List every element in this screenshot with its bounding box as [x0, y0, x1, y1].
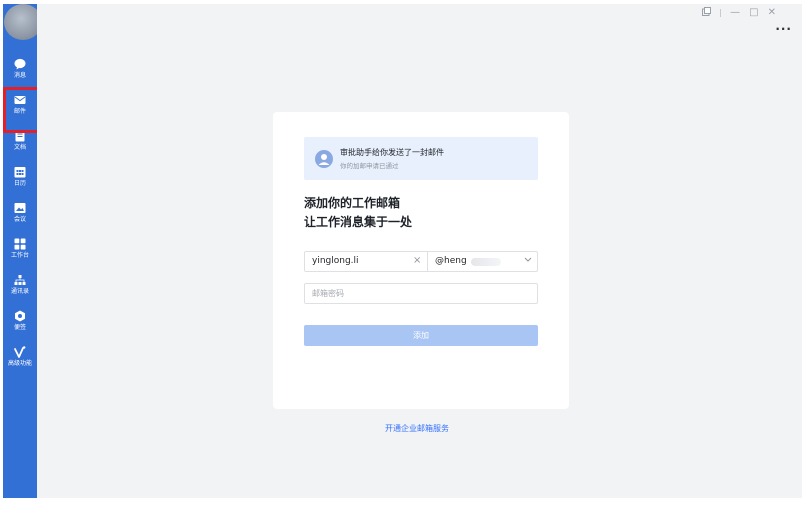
sidebar-item-label: 通讯录 [10, 288, 29, 295]
notice-title: 审批助手给你发送了一封邮件 [340, 148, 444, 157]
add-button[interactable]: 添加 [304, 325, 538, 346]
add-mailbox-card: 审批助手给你发送了一封邮件 你的加邮申请已通过 添加你的工作邮箱 让工作消息集于… [273, 112, 569, 409]
notes-icon [15, 310, 25, 322]
sidebar-item-meetings[interactable]: 会议 [3, 195, 37, 229]
contacts-org-icon [14, 275, 26, 285]
email-domain-select[interactable]: @heng [435, 256, 467, 266]
more-options-button[interactable]: ··· [775, 22, 792, 36]
approval-assistant-avatar [315, 150, 333, 168]
user-icon [318, 154, 330, 165]
pin-icon [702, 7, 712, 16]
app-window: 消息 邮件 文档 日历 会议 工作台 通讯录 便签 高级功能 — □ ✕ ···… [0, 0, 802, 530]
heading-line-1: 添加你的工作邮箱 [304, 196, 401, 210]
minimize-button[interactable]: — [730, 8, 740, 18]
heading-line-2: 让工作消息集于一处 [304, 215, 413, 229]
domain-redacted-blur [471, 258, 501, 266]
sidebar-item-label: 便签 [13, 324, 26, 331]
sidebar-item-label: 会议 [13, 216, 26, 223]
pin-window-button[interactable] [702, 7, 712, 19]
sidebar-item-label: 工作台 [10, 252, 29, 259]
sidebar: 消息 邮件 文档 日历 会议 工作台 通讯录 便签 高级功能 [3, 4, 42, 498]
advanced-feature-icon [14, 346, 26, 358]
email-password-input[interactable] [304, 283, 538, 304]
sidebar-item-workplace[interactable]: 工作台 [3, 231, 37, 265]
sidebar-item-label: 日历 [13, 180, 26, 187]
chat-bubble-icon [14, 58, 26, 70]
chevron-down-icon[interactable] [524, 255, 532, 263]
input-divider [427, 252, 428, 271]
sidebar-item-label: 消息 [13, 72, 26, 79]
approval-notice-banner: 审批助手给你发送了一封邮件 你的加邮申请已通过 [304, 137, 538, 180]
sidebar-item-notes[interactable]: 便签 [3, 303, 37, 337]
active-item-highlight-box [3, 87, 40, 133]
notice-subtitle: 你的加邮申请已通过 [340, 162, 399, 170]
window-controls-divider [720, 9, 722, 17]
sidebar-item-calendar[interactable]: 日历 [3, 159, 37, 193]
email-address-input-group: yinglong.li × @heng [304, 251, 538, 272]
calendar-icon [14, 167, 26, 178]
clear-username-button[interactable]: × [413, 255, 421, 266]
window-controls: — □ ✕ [702, 6, 776, 20]
page-heading: 添加你的工作邮箱 让工作消息集于一处 [304, 194, 412, 232]
sidebar-item-advanced[interactable]: 高级功能 [3, 339, 37, 373]
close-button[interactable]: ✕ [768, 8, 776, 18]
sidebar-item-label: 文档 [13, 144, 26, 151]
sidebar-item-messages[interactable]: 消息 [3, 51, 37, 85]
sidebar-item-contacts[interactable]: 通讯录 [3, 267, 37, 301]
workplace-grid-icon [14, 238, 26, 250]
enterprise-mail-service-link[interactable]: 开通企业邮箱服务 [385, 423, 449, 434]
maximize-button[interactable]: □ [749, 8, 758, 18]
email-username-input[interactable]: yinglong.li [312, 256, 359, 266]
sidebar-item-label: 高级功能 [7, 360, 32, 367]
meeting-icon [14, 203, 26, 213]
